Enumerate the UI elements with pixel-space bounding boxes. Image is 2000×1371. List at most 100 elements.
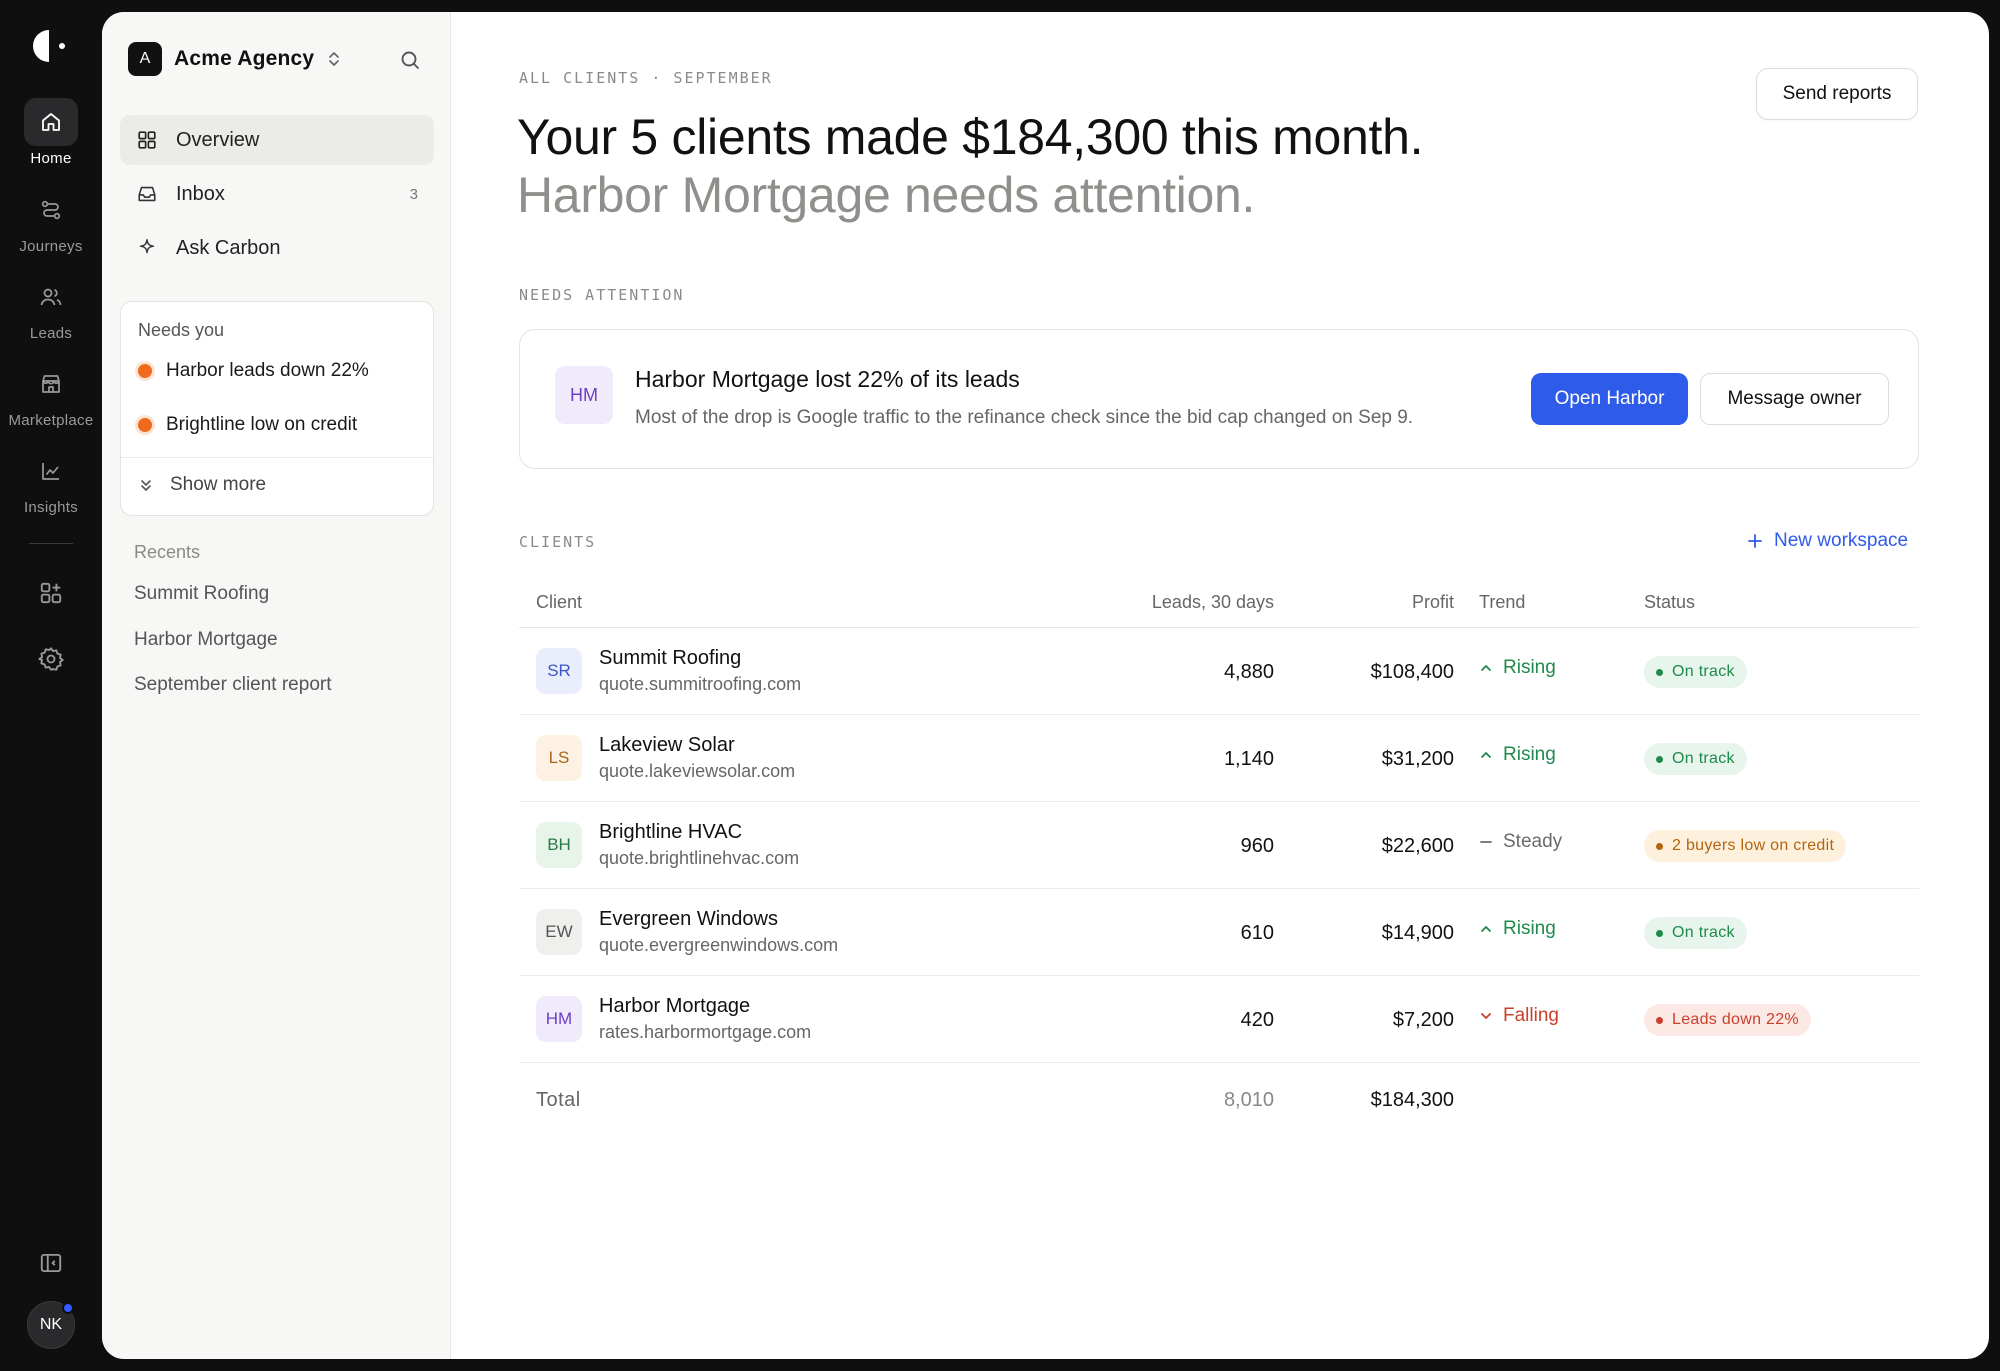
recent-item[interactable]: September client report [134, 674, 332, 696]
client-domain: quote.brightlinehvac.com [599, 848, 800, 868]
column-header-trend[interactable]: Trend [1479, 592, 1525, 613]
client-monogram: SR [536, 648, 582, 694]
apps-button[interactable] [25, 571, 77, 615]
client-trend: Rising [1479, 918, 1556, 940]
table-row[interactable]: LS Lakeview Solar quote.lakeviewsolar.co… [519, 715, 1919, 802]
gear-icon [38, 647, 64, 671]
client-name: Harbor Mortgage [599, 995, 751, 1017]
client-domain: quote.evergreenwindows.com [599, 935, 839, 955]
client-leads: 4,880 [1223, 661, 1274, 683]
client-profit: $108,400 [1370, 661, 1454, 683]
trend-label: Rising [1503, 744, 1556, 765]
rail-label-insights: Insights [23, 499, 79, 516]
search-icon[interactable] [398, 48, 422, 72]
table-header: Client Leads, 30 days Profit Trend Statu… [519, 572, 1919, 628]
client-monogram: LS [536, 735, 582, 781]
rail-label-marketplace: Marketplace [8, 412, 94, 429]
column-header-profit[interactable]: Profit [1412, 592, 1454, 613]
nav-label-inbox: Inbox [176, 182, 225, 205]
plus-icon [1748, 534, 1762, 548]
total-leads: 8,010 [1223, 1089, 1274, 1111]
app-panel: A Acme Agency Overview Inbox 3 Ask Carbo… [102, 12, 1989, 1359]
dash-icon [1480, 841, 1492, 843]
new-workspace-button[interactable]: New workspace [1746, 530, 1908, 552]
alert-dot-icon [138, 364, 152, 378]
column-header-client[interactable]: Client [536, 592, 582, 613]
clients-label: CLIENTS [519, 533, 597, 551]
sidebar-toggle-icon [40, 1253, 62, 1273]
send-reports-button[interactable]: Send reports [1756, 68, 1918, 120]
open-harbor-button[interactable]: Open Harbor [1531, 373, 1688, 425]
client-trend: Falling [1479, 1005, 1559, 1027]
client-profit: $14,900 [1381, 922, 1454, 944]
nav-inbox[interactable]: Inbox 3 [120, 169, 434, 219]
message-owner-button[interactable]: Message owner [1700, 373, 1889, 425]
status-badge: On track [1644, 917, 1747, 949]
table-total-row: Total 8,010 $184,300 [519, 1063, 1919, 1138]
needs-you-card: Needs you Harbor leads down 22% Brightli… [120, 301, 434, 516]
recents-title: Recents [134, 542, 201, 562]
rail-label-home: Home [30, 150, 72, 167]
user-avatar[interactable]: NK [27, 1301, 75, 1349]
client-trend: Rising [1479, 657, 1556, 679]
recent-item[interactable]: Harbor Mortgage [134, 629, 278, 651]
needs-item-harbor[interactable]: Harbor leads down 22% [138, 360, 369, 382]
status-badge: On track [1644, 656, 1747, 688]
apps-icon [40, 582, 62, 604]
inbox-count: 3 [409, 185, 418, 203]
rail-item-leads[interactable]: Leads [0, 273, 102, 342]
rail-label-leads: Leads [29, 325, 73, 342]
client-monogram: HM [536, 996, 582, 1042]
status-badge: Leads down 22% [1644, 1004, 1811, 1036]
trend-label: Rising [1503, 657, 1556, 678]
rail-item-marketplace[interactable]: Marketplace [0, 360, 102, 429]
client-domain: quote.summitroofing.com [599, 674, 802, 694]
attention-title: Harbor Mortgage lost 22% of its leads [635, 366, 1020, 392]
rail-item-journeys[interactable]: Journeys [0, 186, 102, 255]
chart-icon [42, 463, 59, 480]
trend-label: Rising [1503, 918, 1556, 939]
nav-overview[interactable]: Overview [120, 115, 434, 165]
client-leads: 960 [1240, 835, 1274, 857]
sparkle-icon [139, 239, 155, 254]
needs-you-title: Needs you [138, 320, 225, 340]
rail-item-insights[interactable]: Insights [0, 447, 102, 516]
route-icon [41, 200, 61, 220]
table-row[interactable]: SR Summit Roofing quote.summitroofing.co… [519, 628, 1919, 715]
carbon-logo-icon[interactable] [33, 28, 69, 64]
show-more-button[interactable]: Show more [138, 474, 266, 496]
client-name: Brightline HVAC [599, 821, 743, 843]
client-name: Lakeview Solar [599, 734, 735, 756]
table-row[interactable]: HM Harbor Mortgage rates.harbormortgage.… [519, 976, 1919, 1063]
needs-attention-label: NEEDS ATTENTION [519, 286, 685, 304]
grid-icon [138, 131, 156, 149]
total-label: Total [536, 1089, 581, 1111]
table-row[interactable]: EW Evergreen Windows quote.evergreenwind… [519, 889, 1919, 976]
workspace-name: Acme Agency [174, 47, 315, 70]
workspace-switcher[interactable]: A Acme Agency [128, 42, 342, 76]
recent-item[interactable]: Summit Roofing [134, 583, 269, 605]
client-profit: $22,600 [1381, 835, 1454, 857]
client-name: Summit Roofing [599, 647, 742, 669]
page-eyebrow: ALL CLIENTS · SEPTEMBER [519, 69, 773, 87]
column-header-status[interactable]: Status [1644, 592, 1695, 613]
client-monogram: EW [536, 909, 582, 955]
collapse-sidebar-button[interactable] [25, 1241, 77, 1285]
needs-item-brightline[interactable]: Brightline low on credit [138, 414, 357, 436]
client-leads: 420 [1240, 1009, 1274, 1031]
status-badge: On track [1644, 743, 1747, 775]
nav-ask-carbon[interactable]: Ask Carbon [120, 223, 434, 273]
page-subline: Harbor Mortgage needs attention. [517, 167, 1256, 223]
rail-item-home[interactable]: Home [0, 98, 102, 167]
chevron-up-down-icon [329, 52, 340, 66]
total-profit: $184,300 [1370, 1089, 1454, 1111]
alert-dot-icon [138, 418, 152, 432]
settings-button[interactable] [25, 637, 77, 681]
table-row[interactable]: BH Brightline HVAC quote.brightlinehvac.… [519, 802, 1919, 889]
column-header-leads[interactable]: Leads, 30 days [1152, 592, 1274, 613]
trend-label: Falling [1503, 1005, 1559, 1026]
rail-divider [29, 543, 73, 544]
needs-item-label: Brightline low on credit [166, 414, 358, 435]
client-leads: 1,140 [1223, 748, 1274, 770]
chevron-up-icon [1481, 665, 1491, 671]
